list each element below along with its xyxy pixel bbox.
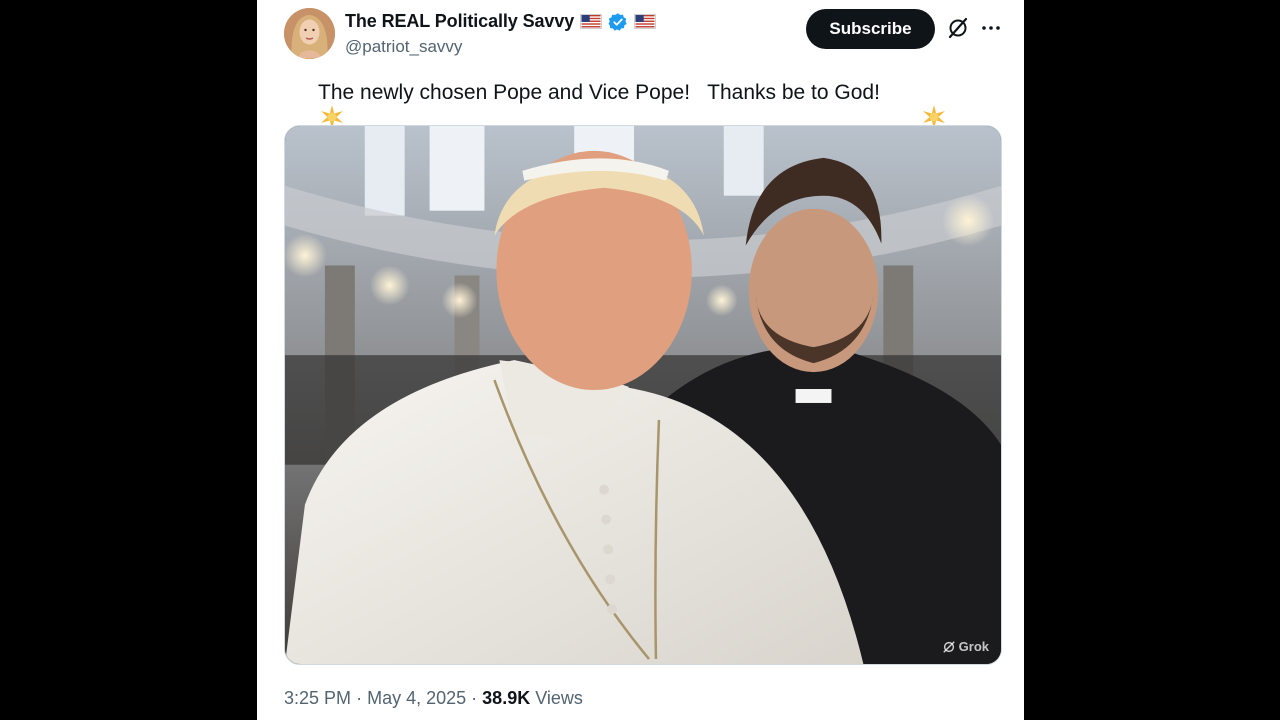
- star-sparkle-icon: [886, 80, 945, 129]
- post-text: The newly chosen Pope and Vice Pope! Tha…: [284, 80, 945, 129]
- us-flag-icon: [634, 14, 657, 29]
- media-watermark: Grok: [942, 639, 989, 654]
- grok-icon[interactable]: [946, 16, 970, 40]
- display-name[interactable]: The REAL Politically Savvy: [345, 11, 574, 32]
- separator: ·: [356, 688, 363, 708]
- post-date[interactable]: May 4, 2025: [367, 688, 466, 708]
- post-image[interactable]: Grok: [284, 125, 1002, 665]
- star-sparkle-icon: [284, 80, 344, 129]
- subscribe-button[interactable]: Subscribe: [806, 9, 935, 49]
- post-time[interactable]: 3:25 PM: [284, 688, 351, 708]
- views-count: 38.9K: [482, 688, 531, 708]
- post-meta: 3:25 PM · May 4, 2025 · 38.9K Views: [284, 688, 583, 709]
- avatar[interactable]: [284, 8, 335, 59]
- post-text-body: The newly chosen Pope and Vice Pope! Tha…: [318, 81, 880, 104]
- us-flag-icon: [580, 14, 603, 29]
- author-name-row: The REAL Politically Savvy: [345, 11, 657, 32]
- grok-icon: [942, 640, 955, 653]
- more-icon[interactable]: [979, 16, 1003, 40]
- watermark-text: Grok: [958, 639, 989, 654]
- separator: ·: [471, 688, 478, 708]
- handle[interactable]: @patriot_savvy: [345, 37, 462, 57]
- post-card: The REAL Politically Savvy @patriot_savv…: [257, 0, 1024, 720]
- views-label: Views: [535, 688, 583, 708]
- verified-badge-icon[interactable]: [608, 12, 628, 32]
